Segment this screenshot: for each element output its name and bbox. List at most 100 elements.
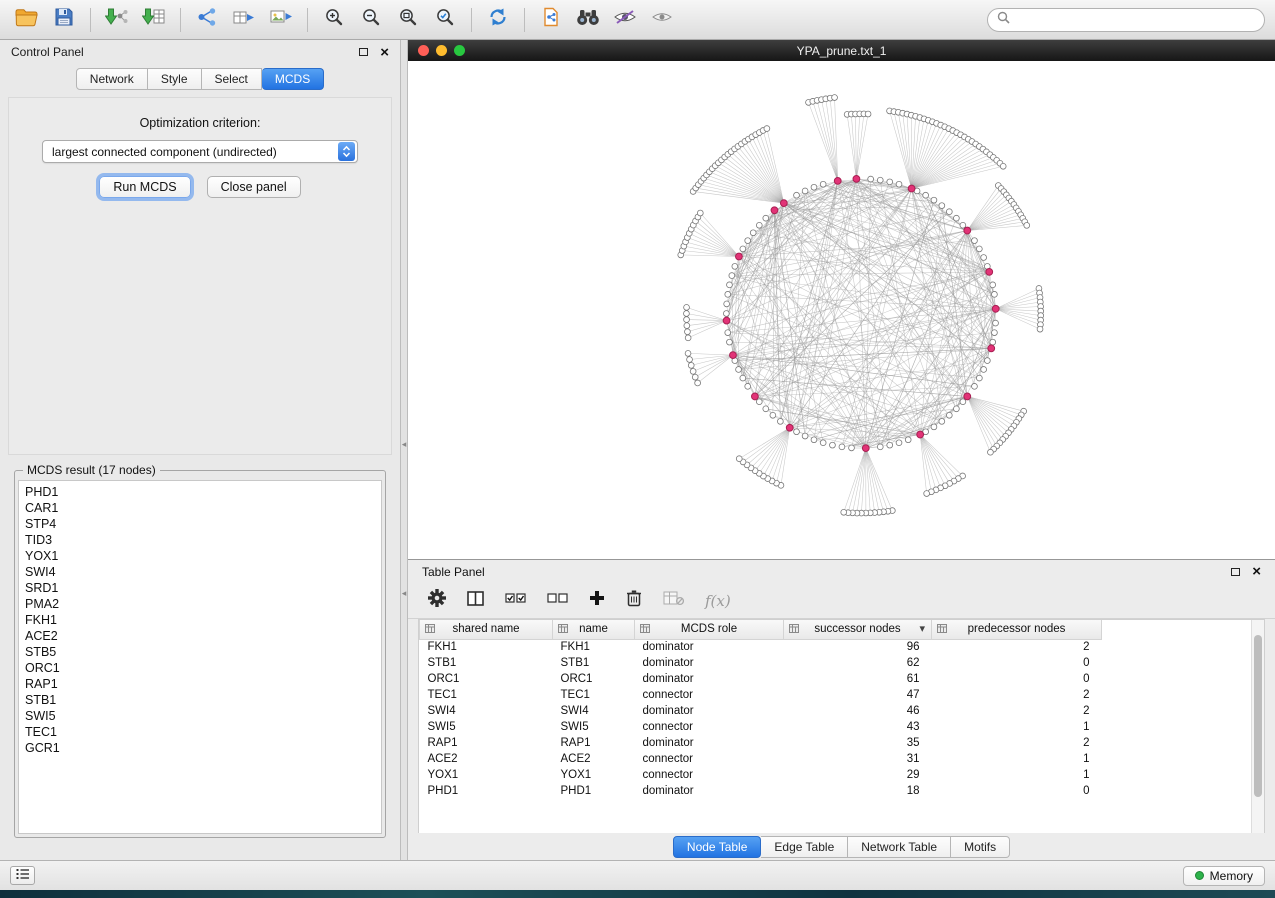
network-node[interactable] xyxy=(763,406,769,412)
memory-button[interactable]: Memory xyxy=(1183,866,1265,886)
network-node[interactable] xyxy=(820,440,826,446)
network-node[interactable] xyxy=(697,210,703,216)
maximize-window-button[interactable] xyxy=(454,45,465,56)
column-header-shared_name[interactable]: shared name xyxy=(420,620,553,639)
graphics-details-button[interactable] xyxy=(608,5,642,35)
network-node[interactable] xyxy=(794,192,800,198)
network-node[interactable] xyxy=(811,437,817,443)
close-panel-icon[interactable]: × xyxy=(380,45,389,60)
column-header-successors[interactable]: successor nodes▾ xyxy=(784,620,932,639)
network-node[interactable] xyxy=(981,255,987,261)
network-node[interactable] xyxy=(695,380,701,386)
save-button[interactable] xyxy=(47,5,81,35)
table-scrollbar[interactable] xyxy=(1251,620,1264,833)
network-node[interactable] xyxy=(960,399,966,405)
network-node[interactable] xyxy=(939,418,945,424)
network-node[interactable] xyxy=(764,126,770,132)
network-node[interactable] xyxy=(830,442,836,448)
network-node[interactable] xyxy=(976,375,982,381)
network-node[interactable] xyxy=(990,282,996,288)
network-node[interactable] xyxy=(687,357,693,363)
task-history-button[interactable] xyxy=(10,866,35,885)
network-node[interactable] xyxy=(723,311,729,317)
mcds-result-item[interactable]: YOX1 xyxy=(25,548,375,564)
network-hub-node[interactable] xyxy=(853,175,860,182)
network-node[interactable] xyxy=(841,509,847,515)
network-node[interactable] xyxy=(685,351,691,357)
network-node[interactable] xyxy=(1000,163,1006,169)
network-node[interactable] xyxy=(972,383,978,389)
network-node[interactable] xyxy=(732,263,738,269)
network-node[interactable] xyxy=(954,406,960,412)
network-node[interactable] xyxy=(877,177,883,183)
search-input[interactable] xyxy=(1016,13,1255,27)
network-hub-node[interactable] xyxy=(992,305,999,312)
table-row[interactable]: SWI5SWI5connector431 xyxy=(420,719,1252,735)
tab-node-table[interactable]: Node Table xyxy=(673,836,762,858)
network-hub-node[interactable] xyxy=(964,393,971,400)
network-node[interactable] xyxy=(740,375,746,381)
show-columns-button[interactable] xyxy=(467,591,484,611)
network-node[interactable] xyxy=(736,456,742,462)
network-node[interactable] xyxy=(777,418,783,424)
network-hub-node[interactable] xyxy=(908,185,915,192)
network-node[interactable] xyxy=(984,358,990,364)
network-node[interactable] xyxy=(725,330,731,336)
network-hub-node[interactable] xyxy=(986,268,993,275)
network-node[interactable] xyxy=(887,179,893,185)
mcds-result-item[interactable]: TEC1 xyxy=(25,724,375,740)
tab-network[interactable]: Network xyxy=(76,68,148,90)
network-hub-node[interactable] xyxy=(964,227,971,234)
network-node[interactable] xyxy=(993,320,999,326)
select-all-button[interactable] xyxy=(505,590,526,611)
network-hub-node[interactable] xyxy=(834,177,841,184)
delete-column-button[interactable] xyxy=(626,589,642,612)
network-node[interactable] xyxy=(960,222,966,228)
network-node[interactable] xyxy=(740,246,746,252)
table-row[interactable]: FKH1FKH1dominator962 xyxy=(420,639,1252,655)
mcds-result-item[interactable]: ACE2 xyxy=(25,628,375,644)
close-panel-button[interactable]: Close panel xyxy=(207,176,301,198)
tab-select[interactable]: Select xyxy=(202,68,262,90)
network-hub-node[interactable] xyxy=(862,445,869,452)
network-node[interactable] xyxy=(1037,326,1043,332)
network-hub-node[interactable] xyxy=(752,393,759,400)
minimize-window-button[interactable] xyxy=(436,45,447,56)
column-header-role[interactable]: MCDS role xyxy=(635,620,784,639)
network-node[interactable] xyxy=(725,291,731,297)
network-node[interactable] xyxy=(931,197,937,203)
export-network-button[interactable] xyxy=(190,5,224,35)
deselect-all-button[interactable] xyxy=(547,590,568,611)
close-window-button[interactable] xyxy=(418,45,429,56)
table-row[interactable]: ACE2ACE2connector311 xyxy=(420,751,1252,767)
network-node[interactable] xyxy=(690,368,696,374)
network-node[interactable] xyxy=(745,383,751,389)
tab-motifs[interactable]: Motifs xyxy=(951,836,1010,858)
network-node[interactable] xyxy=(729,273,735,279)
network-node[interactable] xyxy=(811,184,817,190)
network-window-titlebar[interactable]: YPA_prune.txt_1 xyxy=(408,40,1275,61)
column-header-name[interactable]: name xyxy=(553,620,635,639)
tab-edge-table[interactable]: Edge Table xyxy=(761,836,848,858)
mcds-result-item[interactable]: STB5 xyxy=(25,644,375,660)
network-node[interactable] xyxy=(750,230,756,236)
mcds-result-item[interactable]: ORC1 xyxy=(25,660,375,676)
table-row[interactable]: ORC1ORC1dominator610 xyxy=(420,671,1252,687)
mcds-result-item[interactable]: PHD1 xyxy=(25,484,375,500)
network-node[interactable] xyxy=(972,238,978,244)
network-node[interactable] xyxy=(1024,222,1030,228)
network-node[interactable] xyxy=(905,437,911,443)
export-image-button[interactable] xyxy=(264,5,298,35)
tab-style[interactable]: Style xyxy=(148,68,202,90)
scrollbar-thumb[interactable] xyxy=(1254,635,1262,797)
tab-mcds[interactable]: MCDS xyxy=(262,68,324,90)
mcds-result-item[interactable]: RAP1 xyxy=(25,676,375,692)
network-node[interactable] xyxy=(727,282,733,288)
mcds-result-item[interactable]: TID3 xyxy=(25,532,375,548)
network-node[interactable] xyxy=(692,374,698,380)
network-node[interactable] xyxy=(992,330,998,336)
mcds-result-item[interactable]: PMA2 xyxy=(25,596,375,612)
network-node[interactable] xyxy=(684,305,690,311)
network-node[interactable] xyxy=(954,215,960,221)
float-panel-icon[interactable] xyxy=(1231,568,1240,576)
